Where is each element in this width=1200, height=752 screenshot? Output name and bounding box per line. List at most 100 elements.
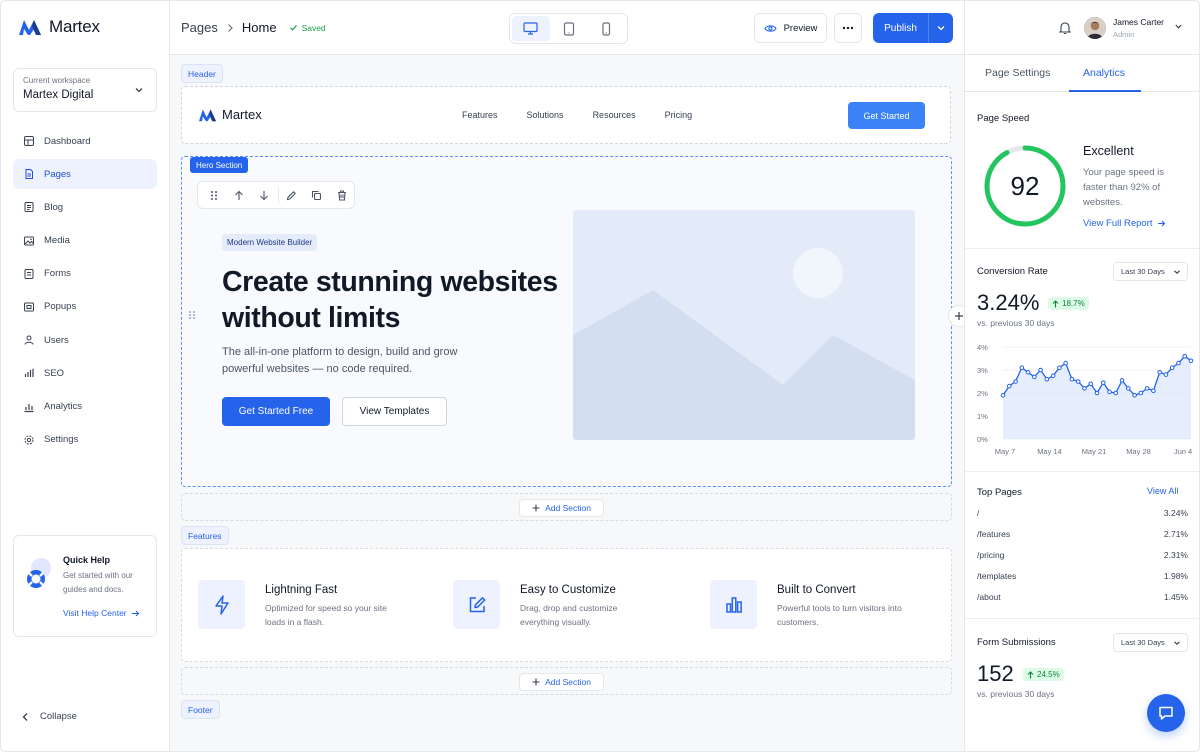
chevron-down-icon [1173,268,1181,276]
list-item[interactable]: /about 1.45% [977,592,1188,602]
feature-card: Built to Convert Powerful tools to turn … [710,580,907,629]
add-section-button[interactable]: Add Section [519,673,604,691]
x-tick-label: May 7 [995,447,1015,456]
avatar[interactable] [1084,17,1106,39]
move-up-icon[interactable] [227,190,252,201]
header-section[interactable]: Martex Features Solutions Resources Pric… [181,86,951,144]
bar-chart-icon [710,580,757,629]
plus-icon [532,504,540,512]
collapse-sidebar-button[interactable]: Collapse [21,711,77,722]
y-tick-label: 0% [977,435,988,444]
list-item[interactable]: /templates 1.98% [977,571,1188,581]
sidebar-item-settings[interactable]: Settings [13,425,157,455]
sidebar-item-forms[interactable]: Forms [13,259,157,289]
site-nav-link[interactable]: Resources [593,110,636,120]
y-tick-label: 3% [977,366,988,375]
edit-pencil-icon[interactable] [279,190,304,201]
site-logo-text: Martex [222,107,262,122]
site-nav-link[interactable]: Features [462,110,498,120]
brand[interactable]: Martex [18,17,100,37]
sidebar-item-seo[interactable]: SEO [13,358,157,388]
list-item[interactable]: /pricing 2.31% [977,550,1188,560]
add-section-button[interactable]: Add Section [519,499,604,517]
footer-section-tag[interactable]: Footer [181,700,220,719]
check-icon [289,23,298,32]
martex-logo-icon [18,18,42,36]
martex-logo-icon [198,108,217,122]
mobile-view-button[interactable] [587,16,625,41]
hero-title[interactable]: Create stunning websites without limits [222,264,562,336]
hero-section-tag: Hero Section [190,157,249,173]
breadcrumb-pages[interactable]: Pages [181,20,218,35]
desktop-view-button[interactable] [512,16,550,41]
conversion-range-select[interactable]: Last 30 Days [1113,262,1188,281]
view-full-report-link[interactable]: View Full Report [1083,218,1166,229]
page-speed-rating: Excellent [1083,144,1134,158]
brand-name: Martex [49,17,100,36]
chart-data-point [1094,390,1100,396]
hero-image-placeholder[interactable] [573,210,915,440]
site-nav-link[interactable]: Pricing [665,110,693,120]
collapse-label: Collapse [40,711,77,722]
chevron-down-icon[interactable] [1174,22,1183,31]
publish-button[interactable]: Publish [873,13,953,43]
workspace-selector[interactable]: Current workspace Martex Digital [13,68,157,112]
sidebar-item-blog[interactable]: Blog [13,192,157,222]
page-rate: 1.98% [1163,571,1188,581]
tab-analytics[interactable]: Analytics [1083,67,1125,79]
workspace-name: Martex Digital [23,89,94,101]
chart-data-point [1050,373,1056,379]
breadcrumb: Pages Home Saved [181,20,326,35]
sidebar-item-analytics[interactable]: Analytics [13,392,157,422]
sidebar-item-pages[interactable]: Pages [13,159,157,190]
more-options-button[interactable] [834,13,862,43]
chart-data-point [1119,378,1125,383]
features-section-tag[interactable]: Features [181,526,229,545]
chart-data-point [1006,383,1012,389]
hero-secondary-button[interactable]: View Templates [342,397,447,426]
forms-compare: vs. previous 30 days [977,689,1055,699]
tab-page-settings[interactable]: Page Settings [985,67,1050,79]
sidebar-item-label: Blog [44,201,64,213]
hero-primary-button[interactable]: Get Started Free [222,397,330,426]
user-name[interactable]: James Carter [1113,17,1164,27]
tablet-view-button[interactable] [550,16,588,41]
hero-section[interactable]: Hero Section Modern Website Builder Crea… [181,156,970,487]
preview-button[interactable]: Preview [754,13,827,43]
trash-icon[interactable] [329,189,354,201]
hero-subtitle[interactable]: The all-in-one platform to design, build… [222,344,482,378]
drag-handle-icon[interactable] [188,310,196,320]
sidebar-item-dashboard[interactable]: Dashboard [13,126,157,156]
feature-title: Lightning Fast [265,584,338,596]
move-down-icon[interactable] [252,190,277,201]
help-center-link[interactable]: Visit Help Center [63,608,140,618]
chat-support-button[interactable] [1147,694,1185,732]
features-section[interactable]: Lightning Fast Optimized for speed so yo… [181,548,952,662]
sidebar-item-label: Media [44,235,70,247]
chart-data-point [1100,380,1106,385]
chart-data-point [1157,370,1162,375]
view-all-link[interactable]: View All [1147,486,1178,496]
header-section-tag[interactable]: Header [181,64,223,83]
sidebar-item-media[interactable]: Media [13,226,157,256]
sidebar-item-popups[interactable]: Popups [13,292,157,322]
forms-range-select[interactable]: Last 30 Days [1113,633,1188,652]
drag-handle-icon[interactable] [202,190,227,201]
list-item[interactable]: / 3.24% [977,508,1188,518]
publish-options-chevron-icon[interactable] [929,23,953,33]
sidebar-item-users[interactable]: Users [13,325,157,355]
feature-description: Powerful tools to turn visitors into cus… [777,603,902,627]
chevron-right-icon [226,23,234,33]
help-description: Get started with our guides and docs. [63,571,133,594]
divider [965,471,1199,472]
bell-icon[interactable] [1059,21,1071,35]
x-tick-label: May 14 [1037,447,1062,456]
site-nav-link[interactable]: Solutions [527,110,564,120]
site-logo: Martex [198,107,262,122]
forms-range-label: Last 30 Days [1121,638,1165,647]
list-item[interactable]: /features 2.71% [977,529,1188,539]
site-get-started-button[interactable]: Get Started [848,102,925,129]
sidebar-item-label: Pages [44,168,71,180]
duplicate-icon[interactable] [304,190,329,201]
eye-icon [763,24,777,33]
